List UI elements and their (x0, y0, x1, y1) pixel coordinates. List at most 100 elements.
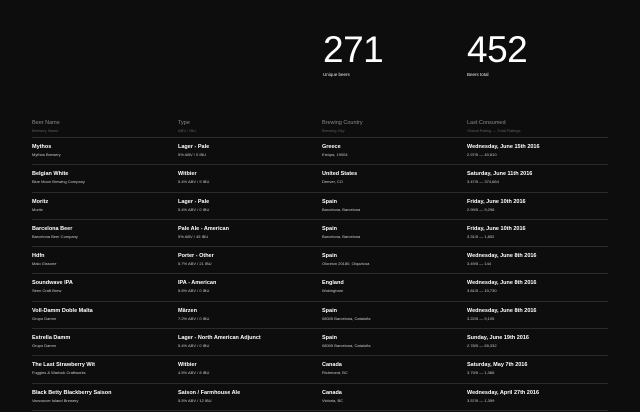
column-header-type: Type ABV / IBU (178, 119, 196, 134)
table-row[interactable]: Moritz Moritz Lager - Pale 5.4% ABV / 0 IBU… (32, 193, 608, 220)
beer-name: Voll-Damm Doble Malta (32, 307, 93, 314)
brewing-city: Richmond, BC (322, 370, 348, 376)
table-row[interactable]: Soundwave IPA Siren Craft Brew IPA - Ameri… (32, 274, 608, 302)
abv-ibu: 4.5% ABV / 8 IBU (178, 370, 210, 376)
brewery-name: Blue Moon Brewing Company (32, 179, 85, 185)
total-beers-count: 452 (467, 29, 528, 70)
table-row[interactable]: Barcelona Beer Barcelona Beer Company Pale… (32, 220, 608, 248)
table-body: Mythos Mythos Brewery Lager - Pale 5% ABV /… (32, 138, 608, 411)
total-beers-label: Beers total (467, 72, 489, 77)
abv-ibu: 5.7% ABV / 21 IBU (178, 261, 212, 267)
brewery-name: Mythos Brewery (32, 152, 61, 157)
brewing-city: Wokingham (322, 288, 344, 294)
last-consumed-date: Wednesday, April 27th 2016 (467, 389, 540, 396)
consumed-cell: Wednesday, April 27th 2016 3.57/5 — 1,399 (467, 389, 539, 404)
column-header-country: Brewing Country Brewing City (322, 119, 363, 134)
beer-name: Estrella Damm (32, 335, 71, 342)
brewing-city: 08005 Barcelona, Cataluña (322, 343, 371, 349)
beer-type: Pale Ale - American (178, 225, 229, 232)
location-cell: Spain Barcelona, Barcelona (322, 198, 360, 213)
beer-cell: The Last Strawberry Wit Fuggles & Warlock… (32, 361, 95, 376)
table-row[interactable]: Voll-Damm Doble Malta Grupo Damm Märzen 7.2… (32, 302, 608, 330)
last-consumed-date: Wednesday, June 8th 2016 (467, 307, 537, 314)
beer-cell: Voll-Damm Doble Malta Grupo Damm (32, 307, 93, 322)
brewing-country: United States (322, 171, 358, 178)
brewery-name: Malo Gissone (32, 261, 57, 267)
brewing-city: Olorztun 20180, Oiquzlcoa (322, 261, 370, 267)
last-consumed-date: Wednesday, June 8th 2016 (467, 253, 537, 260)
beer-type: Witbier (178, 171, 197, 178)
beer-cell: Belgian White Blue Moon Brewing Company (32, 170, 85, 185)
beer-cell: Barcelona Beer Barcelona Beer Company (32, 225, 78, 240)
brewing-country: Greece (322, 144, 341, 150)
column-header-label: Beer Name (32, 120, 60, 126)
location-cell: United States Denver, CO (322, 170, 357, 185)
consumed-cell: Friday, June 10th 2016 2.99/5 — 9,298 (467, 198, 526, 213)
type-cell: Saison / Farmhouse Ale 5.5% ABV / 12 IBU (178, 389, 240, 404)
table-row[interactable]: Estrella Damm Grupo Damm Lager - North Ame… (32, 329, 608, 357)
global-rating: 2.78/5 — 65,332 (467, 343, 497, 349)
brewing-city: Eπάρα, 19004 (322, 152, 348, 157)
beer-type: Lager - North American Adjunct (178, 335, 261, 342)
brewing-country: Spain (322, 253, 337, 260)
beer-type: Lager - Pale (178, 144, 210, 150)
consumed-cell: Saturday, June 11th 2016 3.47/5 — 374,664 (467, 170, 532, 185)
column-header-label: Last Consumed (467, 120, 506, 126)
consumed-cell: Saturday, May 7th 2016 3.79/5 — 1,366 (467, 361, 527, 376)
abv-ibu: 5% ABV / 0 IBU (178, 152, 207, 157)
global-rating: 3.57/5 — 1,399 (467, 397, 495, 403)
type-cell: Lager - North American Adjunct 5.4% ABV /… (178, 334, 261, 349)
table-header: Beer Name Brewery Name Type ABV / IBU Br… (32, 114, 608, 138)
column-header-consumed: Last Consumed Global Rating — Total Rati… (467, 119, 521, 134)
global-rating: 2.99/5 — 9,298 (467, 206, 495, 212)
consumed-cell: Wednesday, June 8th 2016 3.81/5 — 10,730 (467, 279, 537, 294)
beer-name: Barcelona Beer (32, 225, 73, 232)
beer-type: IPA - American (178, 280, 217, 287)
brewery-name: Siren Craft Brew (32, 288, 62, 294)
brewing-country: England (322, 280, 344, 287)
global-rating: 3.79/5 — 1,366 (467, 370, 495, 376)
beer-type: Porter - Other (178, 253, 214, 260)
abv-ibu: 7.2% ABV / 0 IBU (178, 315, 210, 321)
brewing-country: Spain (322, 225, 337, 232)
global-rating: 3.22/5 — 9,105 (467, 315, 495, 321)
abv-ibu: 5.4% ABV / 0 IBU (178, 343, 210, 349)
beer-cell: Estrella Damm Grupo Damm (32, 334, 70, 349)
location-cell: Spain 08005 Barcelona, Cataluña (322, 334, 370, 349)
location-cell: Canada Richmond, BC (322, 361, 348, 376)
table-row[interactable]: The Last Strawberry Wit Fuggles & Warlock… (32, 356, 608, 384)
consumed-cell: Sunday, June 19th 2016 2.78/5 — 65,332 (467, 334, 529, 349)
total-beers-stat: 452 Beers total (467, 29, 528, 78)
consumed-cell: Wednesday, June 15th 2016 2.97/5 — 40,810 (467, 143, 540, 158)
beer-cell: Moritz Moritz (32, 198, 48, 213)
beer-table: Beer Name Brewery Name Type ABV / IBU Br… (32, 114, 608, 411)
table-row[interactable]: Mythos Mythos Brewery Lager - Pale 5% ABV /… (32, 138, 608, 166)
beer-type: Witbier (178, 362, 197, 369)
beer-name: Mythos (32, 144, 52, 150)
beer-type: Saison / Farmhouse Ale (178, 389, 241, 396)
unique-beers-stat: 271 Unique beers (323, 30, 384, 78)
location-cell: Canada Victoria, BC (322, 389, 343, 404)
beer-cell: Black Betty Blackberry Saison Vancouver I… (32, 389, 111, 404)
brewing-country: Canada (322, 362, 342, 369)
unique-beers-label: Unique beers (323, 72, 350, 77)
brewing-country: Spain (322, 335, 337, 342)
column-header-sublabel: Brewing City (322, 128, 345, 133)
table-row[interactable]: Hdfn Malo Gissone Porter - Other 5.7% ABV /… (32, 247, 608, 275)
brewing-country: Canada (322, 389, 342, 396)
type-cell: Lager - Pale 5% ABV / 0 IBU (178, 143, 209, 158)
table-row[interactable]: Belgian White Blue Moon Brewing Company Wi… (32, 165, 608, 193)
brewery-name: Grupo Damm (32, 315, 57, 321)
column-header-label: Brewing Country (322, 120, 363, 126)
brewing-country: Spain (322, 307, 337, 314)
last-consumed-date: Wednesday, June 15th 2016 (467, 144, 540, 150)
beer-type: Märzen (178, 307, 197, 314)
brewery-name: Vancouver Island Brewery (32, 397, 79, 403)
column-header-beer: Beer Name Brewery Name (32, 119, 60, 134)
table-row[interactable]: Black Betty Blackberry Saison Vancouver I… (32, 384, 608, 411)
last-consumed-date: Wednesday, June 8th 2016 (467, 280, 537, 287)
type-cell: Witbier 4.5% ABV / 8 IBU (178, 361, 209, 376)
consumed-cell: Wednesday, June 8th 2016 3.22/5 — 9,105 (467, 307, 537, 322)
beer-cell: Soundwave IPA Siren Craft Brew (32, 279, 73, 294)
brewery-name: Grupo Damm (32, 343, 57, 349)
